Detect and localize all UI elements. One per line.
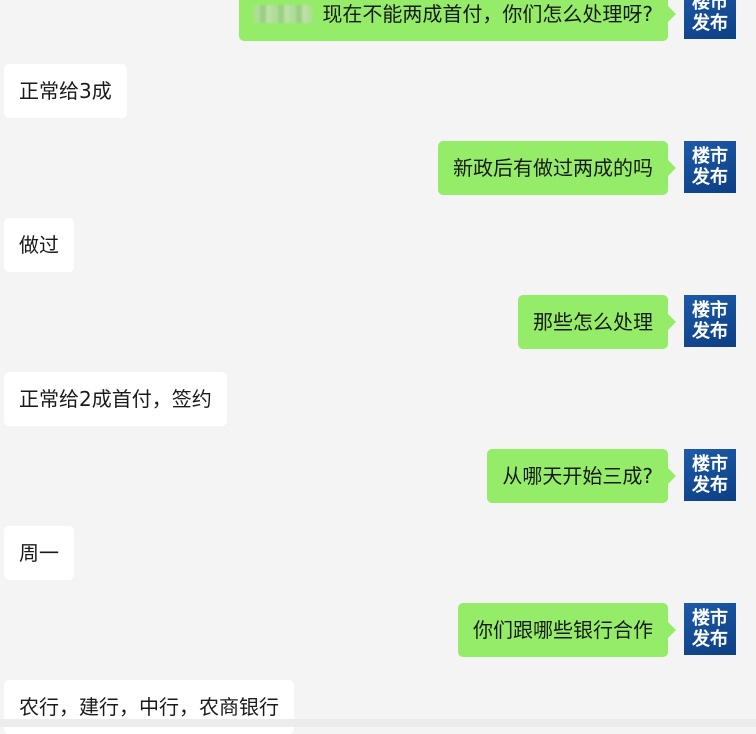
chat-area: 现在不能两成首付，你们怎么处理呀? 楼市 发布 正常给3成 新政后有做过两成的吗… — [0, 0, 756, 734]
message-text: 正常给2成首付，签约 — [19, 387, 212, 411]
message-text: 新政后有做过两成的吗 — [453, 156, 653, 180]
message-row: 从哪天开始三成? 楼市 发布 — [0, 449, 756, 503]
message-row: 新政后有做过两成的吗 楼市 发布 — [0, 141, 756, 195]
message-text: 从哪天开始三成? — [502, 464, 653, 488]
message-row: 现在不能两成首付，你们怎么处理呀? 楼市 发布 — [0, 0, 756, 41]
message-bubble-outgoing[interactable]: 那些怎么处理 — [518, 295, 676, 349]
message-bubble-outgoing[interactable]: 新政后有做过两成的吗 — [438, 141, 676, 195]
message-bubble-outgoing[interactable]: 现在不能两成首付，你们怎么处理呀? — [239, 0, 676, 41]
message-text: 现在不能两成首付，你们怎么处理呀? — [322, 2, 653, 26]
message-bubble-outgoing[interactable]: 从哪天开始三成? — [487, 449, 676, 503]
avatar[interactable]: 楼市 发布 — [684, 0, 736, 39]
message-row: 做过 — [0, 218, 756, 272]
avatar[interactable]: 楼市 发布 — [684, 295, 736, 347]
message-text: 做过 — [19, 233, 59, 257]
message-row: 正常给2成首付，签约 — [0, 372, 756, 426]
message-bubble-incoming[interactable]: 做过 — [4, 218, 74, 272]
message-row: 正常给3成 — [0, 64, 756, 118]
message-text: 周一 — [19, 541, 59, 565]
message-bubble-incoming[interactable]: 周一 — [4, 526, 74, 580]
message-bubble-incoming[interactable]: 正常给3成 — [4, 64, 127, 118]
message-row: 周一 — [0, 526, 756, 580]
message-text: 农行，建行，中行，农商银行 — [19, 695, 279, 719]
message-text: 正常给3成 — [19, 79, 112, 103]
bottom-edge — [0, 719, 756, 727]
avatar[interactable]: 楼市 发布 — [684, 449, 736, 501]
message-text: 你们跟哪些银行合作 — [473, 618, 653, 642]
avatar[interactable]: 楼市 发布 — [684, 141, 736, 193]
message-row: 你们跟哪些银行合作 楼市 发布 — [0, 603, 756, 657]
message-row: 那些怎么处理 楼市 发布 — [0, 295, 756, 349]
avatar[interactable]: 楼市 发布 — [684, 603, 736, 655]
message-bubble-incoming[interactable]: 正常给2成首付，签约 — [4, 372, 227, 426]
redacted-text — [254, 5, 313, 23]
message-bubble-outgoing[interactable]: 你们跟哪些银行合作 — [458, 603, 676, 657]
message-text: 那些怎么处理 — [533, 310, 653, 334]
